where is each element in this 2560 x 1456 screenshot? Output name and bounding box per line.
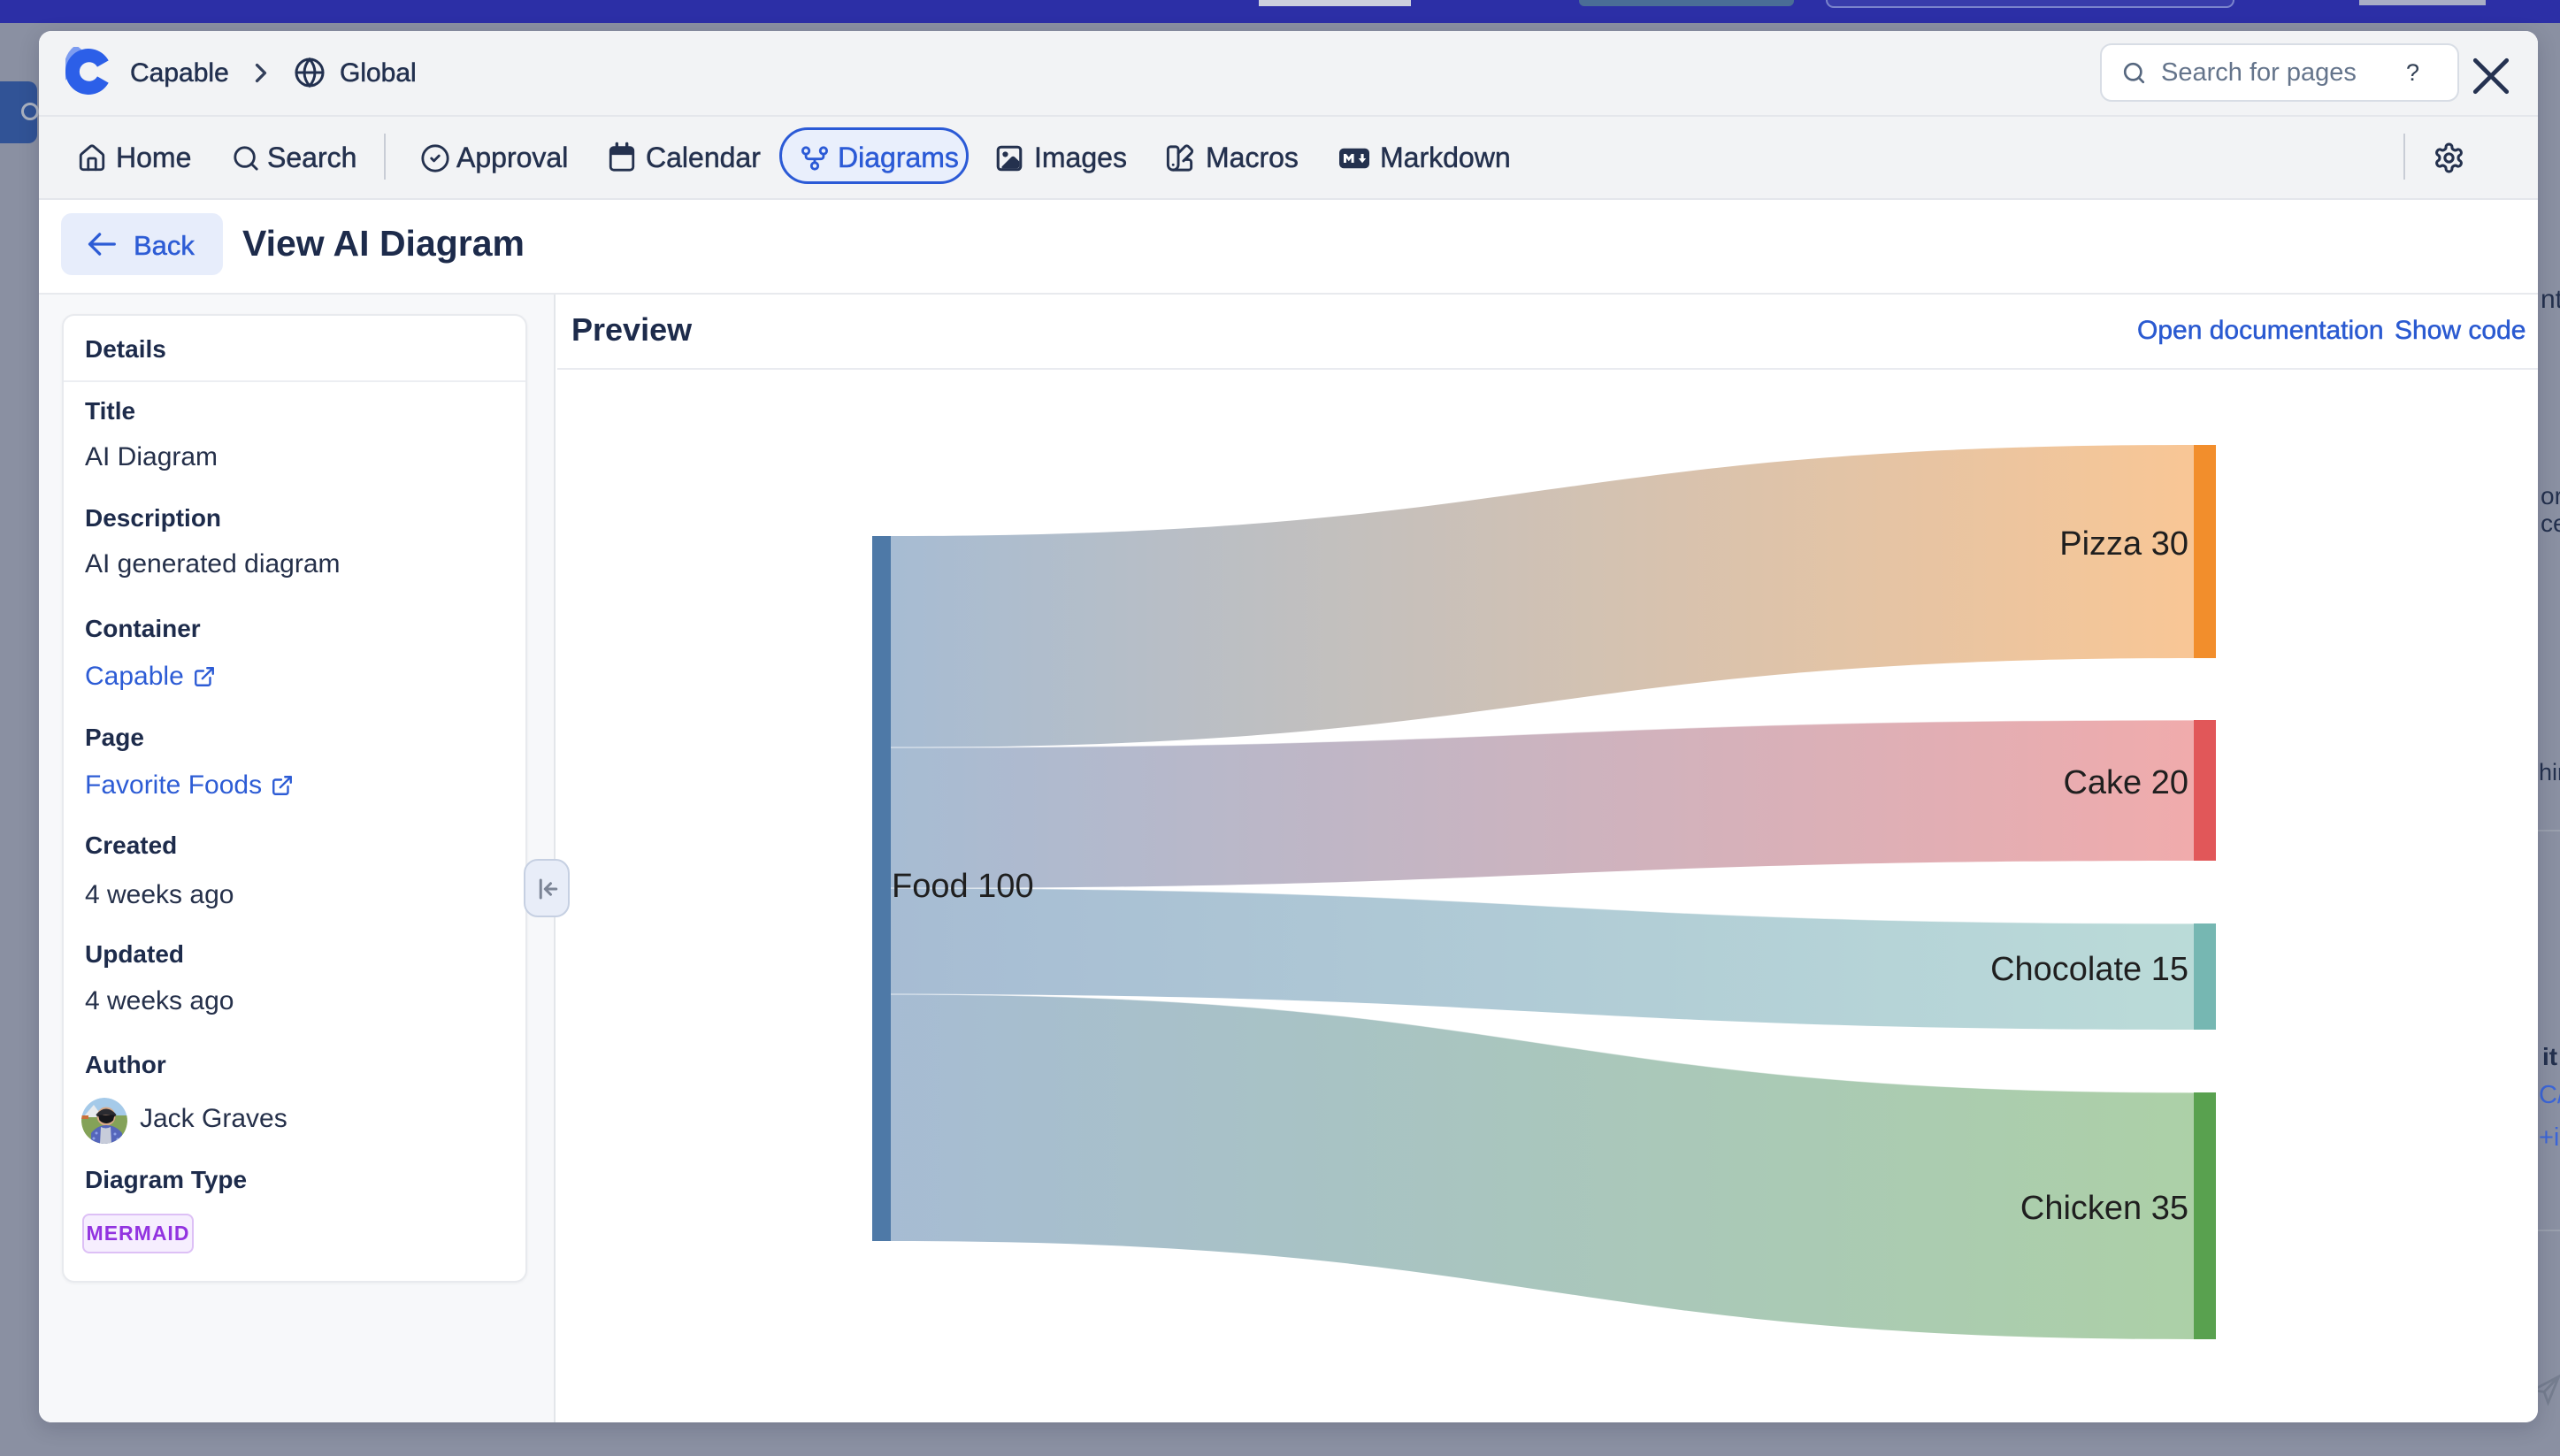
svg-text:Cake 20: Cake 20 [2063,764,2188,801]
svg-text:Food 100: Food 100 [892,868,1034,905]
svg-text:Chicken 35: Chicken 35 [2020,1190,2188,1227]
svg-text:Pizza 30: Pizza 30 [2059,525,2188,563]
svg-text:Chocolate 15: Chocolate 15 [1990,951,2188,988]
